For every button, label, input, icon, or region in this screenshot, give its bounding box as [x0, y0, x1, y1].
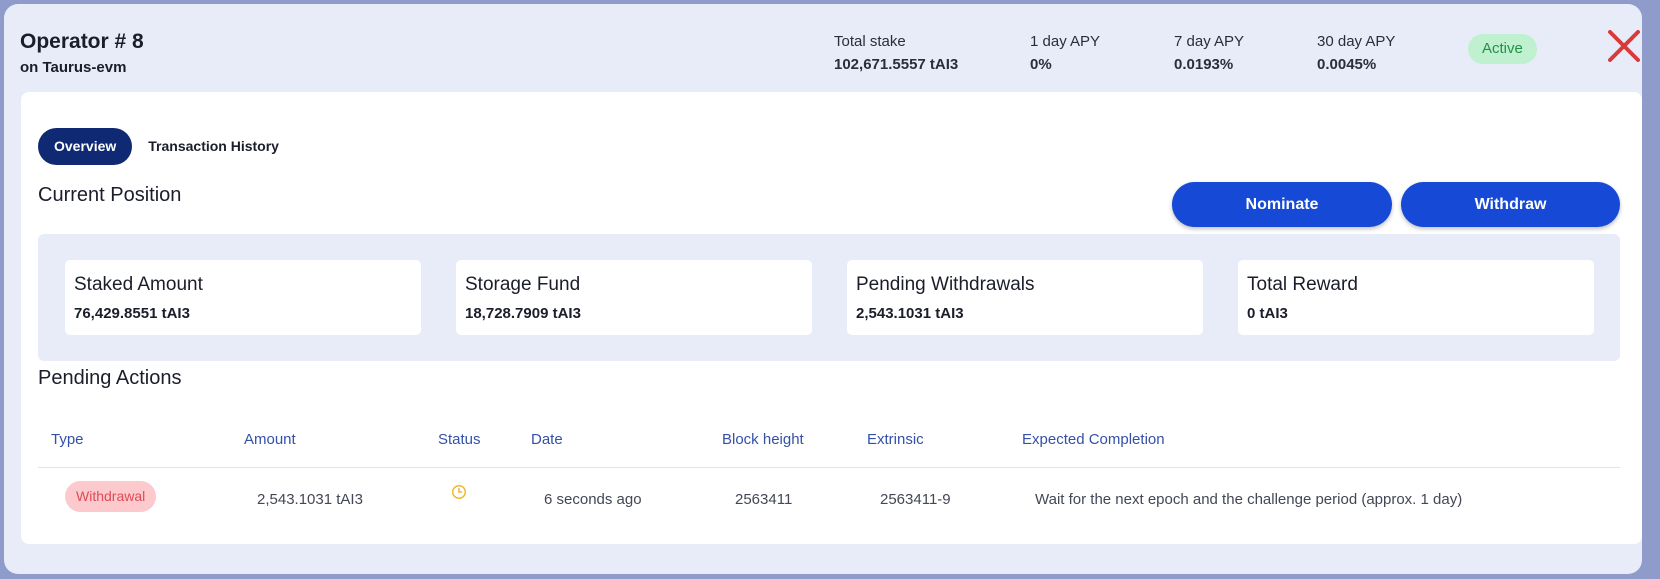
staked-amount-card: Staked Amount 76,429.8551 tAI3 — [65, 260, 421, 335]
tab-bar: Overview Transaction History — [38, 128, 295, 165]
tab-overview[interactable]: Overview — [38, 128, 133, 165]
stat-value: 0.0193% — [1174, 56, 1234, 73]
stat-label: 30 day APY — [1317, 33, 1396, 50]
card-value: 18,728.7909 tAI3 — [465, 305, 581, 322]
stat-value: 0% — [1030, 56, 1052, 73]
stat-value: 0.0045% — [1317, 56, 1377, 73]
row-amount: 2,543.1031 tAI3 — [257, 491, 363, 508]
column-header-expected-completion: Expected Completion — [1022, 431, 1165, 448]
stat-label: 7 day APY — [1174, 33, 1245, 50]
stat-label: 1 day APY — [1030, 33, 1101, 50]
storage-fund-card: Storage Fund 18,728.7909 tAI3 — [456, 260, 812, 335]
row-block-height: 2563411 — [735, 491, 793, 508]
card-value: 0 tAI3 — [1247, 305, 1288, 322]
column-header-amount: Amount — [244, 431, 296, 448]
column-header-type: Type — [51, 431, 84, 448]
withdraw-button[interactable]: Withdraw — [1401, 182, 1620, 227]
pending-withdrawals-card: Pending Withdrawals 2,543.1031 tAI3 — [847, 260, 1203, 335]
stat-7-day-apy: 7 day APY 0.0193% — [1174, 33, 1244, 73]
row-extrinsic: 2563411-9 — [880, 491, 951, 508]
card-title: Storage Fund — [465, 274, 581, 295]
row-expected-completion: Wait for the next epoch and the challeng… — [1035, 491, 1463, 508]
column-header-block-height: Block height — [722, 431, 804, 448]
stat-1-day-apy: 1 day APY 0% — [1030, 33, 1100, 73]
nominate-button[interactable]: Nominate — [1172, 182, 1392, 227]
row-date: 6 seconds ago — [544, 491, 642, 508]
position-summary: Staked Amount 76,429.8551 tAI3 Storage F… — [38, 234, 1620, 361]
pending-actions-title: Pending Actions — [38, 367, 182, 389]
operator-network: on Taurus-evm — [20, 59, 127, 76]
stat-value: 102,671.5557 tAI3 — [834, 56, 959, 73]
clock-icon — [451, 484, 467, 500]
table-divider — [38, 467, 1620, 468]
status-badge: Active — [1468, 34, 1537, 64]
modal-header: Operator # 8 on Taurus-evm Total stake 1… — [4, 4, 1642, 96]
close-x-icon — [1608, 30, 1640, 62]
card-title: Total Reward — [1247, 274, 1358, 295]
stat-30-day-apy: 30 day APY 0.0045% — [1317, 33, 1395, 73]
operator-content-card: Overview Transaction History Current Pos… — [21, 92, 1642, 544]
total-reward-card: Total Reward 0 tAI3 — [1238, 260, 1594, 335]
card-value: 76,429.8551 tAI3 — [74, 305, 190, 322]
stat-total-stake: Total stake 102,671.5557 tAI3 — [834, 33, 958, 73]
column-header-date: Date — [531, 431, 563, 448]
card-value: 2,543.1031 tAI3 — [856, 305, 964, 322]
card-title: Pending Withdrawals — [856, 274, 1035, 295]
column-header-status: Status — [438, 431, 481, 448]
column-header-extrinsic: Extrinsic — [867, 431, 924, 448]
type-badge: Withdrawal — [65, 481, 157, 512]
operator-modal: Operator # 8 on Taurus-evm Total stake 1… — [4, 4, 1642, 574]
close-button[interactable] — [1606, 28, 1642, 64]
card-title: Staked Amount — [74, 274, 203, 295]
tab-transaction-history[interactable]: Transaction History — [132, 128, 295, 165]
stat-label: Total stake — [834, 33, 906, 50]
operator-title: Operator # 8 — [20, 30, 144, 53]
current-position-title: Current Position — [38, 184, 182, 206]
